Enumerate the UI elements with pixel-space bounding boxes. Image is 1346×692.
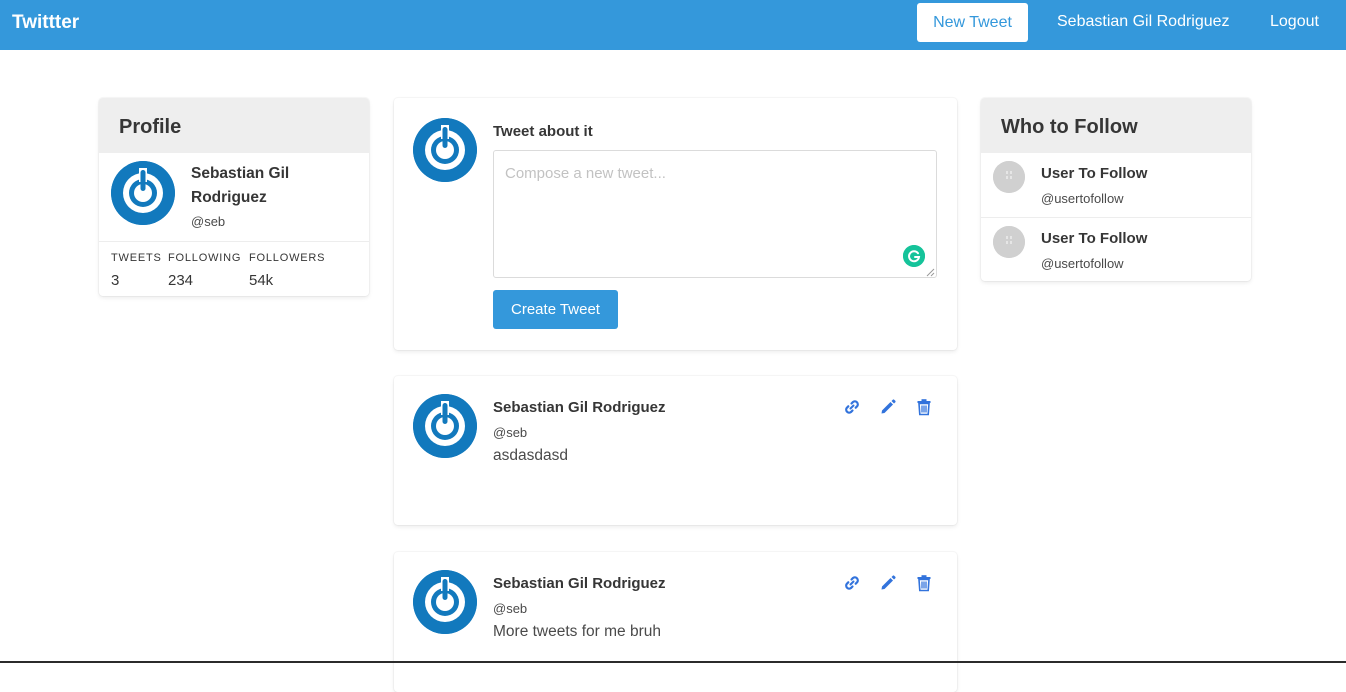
power-icon bbox=[413, 118, 477, 182]
trash-icon[interactable] bbox=[915, 398, 933, 416]
tweet-body: asdasdasd bbox=[493, 447, 568, 464]
tweet-handle: @seb bbox=[493, 425, 528, 440]
resize-grip-icon[interactable] bbox=[926, 268, 935, 277]
profile-card: Profile Sebastian Gil Rodriguez @seb TWE… bbox=[99, 98, 369, 296]
edit-icon[interactable] bbox=[879, 398, 897, 416]
link-icon[interactable] bbox=[843, 398, 861, 416]
profile-avatar[interactable] bbox=[111, 161, 175, 225]
navbar: Twittter New Tweet Sebastian Gil Rodrigu… bbox=[0, 0, 1346, 50]
broken-image-icon bbox=[993, 161, 1025, 193]
follow-user-handle: @usertofollow bbox=[1041, 191, 1124, 206]
new-tweet-button[interactable]: New Tweet bbox=[917, 3, 1028, 42]
link-icon[interactable] bbox=[843, 574, 861, 592]
stat-tweets-value: 3 bbox=[111, 272, 120, 289]
follow-avatar[interactable] bbox=[993, 161, 1025, 193]
power-icon bbox=[111, 161, 175, 225]
tweet-handle: @seb bbox=[493, 601, 528, 616]
create-tweet-button[interactable]: Create Tweet bbox=[493, 290, 618, 329]
tweet-textarea[interactable] bbox=[493, 150, 937, 278]
divider bbox=[981, 217, 1251, 218]
stat-following-label: FOLLOWING bbox=[168, 252, 242, 264]
power-icon bbox=[413, 394, 477, 458]
profile-card-header: Profile bbox=[99, 98, 369, 153]
who-to-follow-header: Who to Follow bbox=[981, 98, 1251, 153]
stat-following-value: 234 bbox=[168, 272, 194, 289]
tweet-body: More tweets for me bruh bbox=[493, 623, 661, 640]
tweet-avatar[interactable] bbox=[413, 394, 477, 458]
follow-user-name[interactable]: User To Follow bbox=[1041, 165, 1147, 182]
follow-user-handle: @usertofollow bbox=[1041, 256, 1124, 271]
tweet-author[interactable]: Sebastian Gil Rodriguez bbox=[493, 575, 666, 592]
follow-avatar[interactable] bbox=[993, 226, 1025, 258]
profile-handle: @seb bbox=[191, 214, 226, 229]
divider bbox=[99, 241, 369, 242]
trash-icon[interactable] bbox=[915, 574, 933, 592]
compose-avatar bbox=[413, 118, 477, 182]
power-icon bbox=[413, 570, 477, 634]
compose-card: Tweet about it Create Tweet bbox=[394, 98, 957, 350]
profile-name[interactable]: Sebastian Gil Rodriguez bbox=[191, 162, 351, 210]
tweet-card: Sebastian Gil Rodriguez @seb asdasdasd bbox=[394, 376, 957, 525]
tweet-author[interactable]: Sebastian Gil Rodriguez bbox=[493, 399, 666, 416]
grammarly-icon[interactable] bbox=[903, 245, 925, 267]
stat-followers-value: 54k bbox=[249, 272, 274, 289]
who-to-follow-card: Who to Follow User To Follow @usertofoll… bbox=[981, 98, 1251, 281]
tweet-avatar[interactable] bbox=[413, 570, 477, 634]
edit-icon[interactable] bbox=[879, 574, 897, 592]
tweet-card: Sebastian Gil Rodriguez @seb More tweets… bbox=[394, 552, 957, 692]
stat-tweets-label: TWEETS bbox=[111, 252, 162, 264]
broken-image-icon bbox=[993, 226, 1025, 258]
nav-user-link[interactable]: Sebastian Gil Rodriguez bbox=[1057, 13, 1230, 31]
brand-logo[interactable]: Twittter bbox=[12, 12, 79, 34]
stat-followers-label: FOLLOWERS bbox=[249, 252, 326, 264]
follow-user-name[interactable]: User To Follow bbox=[1041, 230, 1147, 247]
logout-link[interactable]: Logout bbox=[1270, 13, 1319, 31]
compose-title: Tweet about it bbox=[493, 123, 593, 140]
